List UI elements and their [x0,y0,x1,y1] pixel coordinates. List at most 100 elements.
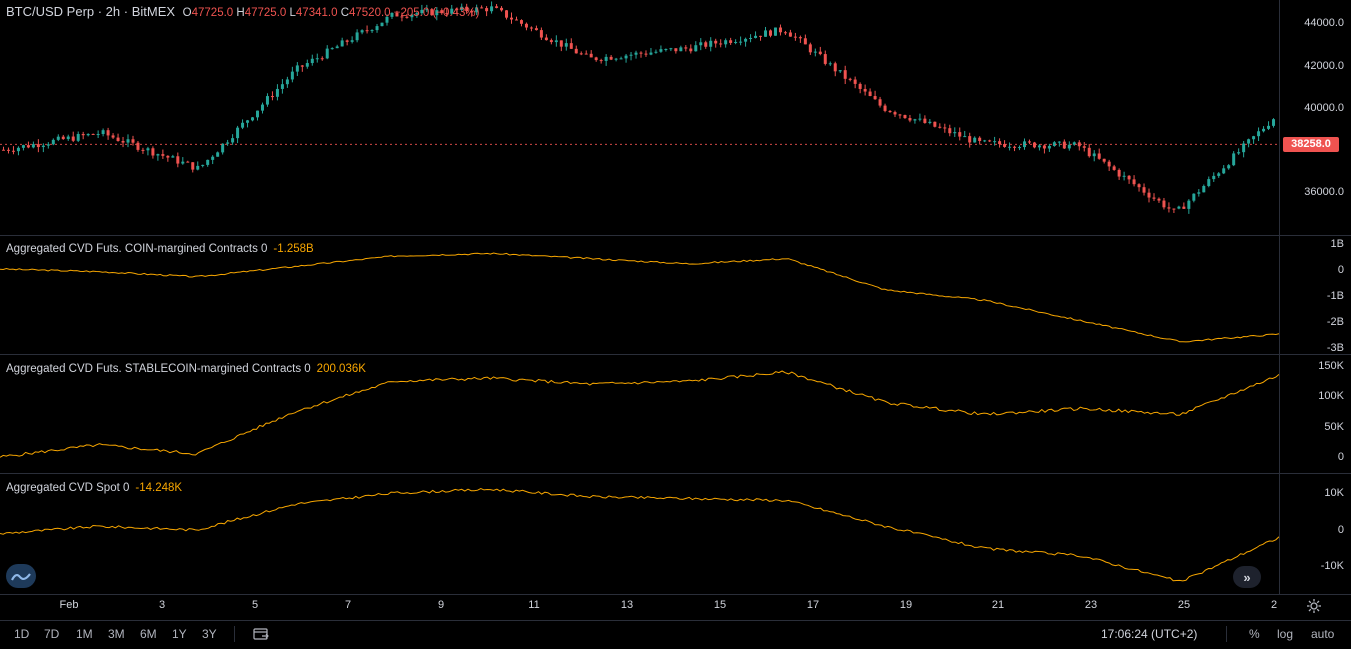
toolbar-separator [234,626,235,642]
auto-scale-button[interactable]: auto [1311,627,1334,641]
candle-body [948,128,952,134]
range-1d-button[interactable]: 1D [14,627,29,641]
candle-body [1272,119,1276,126]
candle-body [978,137,982,142]
candle-body [838,70,842,72]
symbol-title[interactable]: BTC/USD Perp · 2h · BitMEX [6,4,175,19]
candle-body [11,150,15,152]
axis-tick: 50K [1324,421,1344,433]
candle-body [91,133,95,135]
price-tick: 42000.0 [1304,60,1344,72]
candle-body [719,43,723,45]
candle-body [853,79,857,84]
price-axis[interactable]: 44000.0 42000.0 40000.0 36000.0 [1279,0,1351,235]
range-1m-button[interactable]: 1M [76,627,93,641]
candle-body [1047,145,1051,149]
candle-body [848,78,852,80]
candle-body [1018,147,1022,149]
candle-body [315,58,319,60]
candle-body [808,44,812,53]
time-tick: 23 [1084,599,1098,611]
candle-body [639,52,643,54]
time-tick: Feb [59,599,79,611]
candle-body [1122,175,1126,177]
axis-tick: 150K [1318,360,1344,372]
candle-body [285,79,289,85]
candle-body [933,121,937,127]
tradingview-logo-icon[interactable] [6,564,36,588]
candle-body [584,53,588,55]
cvd-spot-legend[interactable]: Aggregated CVD Spot 0 -14.248K [6,482,182,494]
cvd-spot-axis[interactable]: 10K 0 -10K [1279,474,1351,594]
candle-body [1267,125,1271,129]
cvd-coin-axis[interactable]: 1B 0 -1B -2B -3B [1279,236,1351,354]
candle-body [768,30,772,36]
candle-body [2,149,5,151]
scroll-to-realtime-button[interactable]: » [1233,566,1261,588]
candle-body [46,144,50,146]
percent-scale-button[interactable]: % [1249,627,1260,641]
candle-body [749,37,753,39]
candle-body [485,8,489,12]
candle-body [619,58,623,60]
candle-body [295,65,299,72]
last-price-label: 38258.0 [1283,137,1339,152]
candle-body [1187,200,1191,209]
candle-body [579,53,583,55]
candle-body [156,154,160,156]
candle-body [793,36,797,38]
range-7d-button[interactable]: 7D [44,627,59,641]
double-chevron-right-icon: » [1243,569,1251,585]
time-tick: 3 [158,599,166,611]
candle-body [380,22,384,27]
candle-body [1137,184,1141,188]
candle-body [694,45,698,52]
candle-body [330,48,334,50]
cvd-stable-legend[interactable]: Aggregated CVD Futs. STABLECOIN-margined… [6,363,366,375]
candle-body [231,138,235,143]
candle-body [1182,206,1186,209]
candle-body [1037,145,1041,148]
candle-body [674,48,678,52]
candle-body [893,112,897,115]
candle-body [325,48,329,59]
date-range-icon[interactable] [252,627,270,641]
candle-body [669,48,673,50]
candle-body [803,38,807,45]
candle-body [1067,144,1071,149]
candle-body [211,156,215,160]
candle-body [704,42,708,47]
candle-body [684,47,688,49]
candle-body [370,30,374,32]
axis-tick: -3B [1326,342,1344,354]
clock-timezone[interactable]: 17:06:24 (UTC+2) [1101,627,1197,641]
candle-body [161,154,165,156]
candle-body [514,19,518,21]
candle-body [201,164,205,166]
range-3m-button[interactable]: 3M [108,627,125,641]
candle-body [131,139,135,143]
candle-body [1087,147,1091,157]
cvd-coin-path [0,252,1279,343]
candle-body [191,162,195,170]
price-tick: 40000.0 [1304,102,1344,114]
candle-body [968,136,972,143]
range-1y-button[interactable]: 1Y [172,627,187,641]
candle-body [136,142,140,150]
candle-body [734,41,738,43]
candle-body [594,57,598,61]
candle-body [739,41,743,43]
candle-body [1242,143,1246,153]
range-3y-button[interactable]: 3Y [202,627,217,641]
price-pane[interactable] [0,0,1279,235]
cvd-stable-axis[interactable]: 150K 100K 50K 0 [1279,355,1351,473]
candle-body [729,40,733,43]
cvd-coin-legend[interactable]: Aggregated CVD Futs. COIN-margined Contr… [6,243,314,255]
settings-gear-icon[interactable] [1306,598,1322,614]
time-tick: 13 [620,599,634,611]
candle-body [1008,146,1012,148]
cvd-spot-pane[interactable] [0,474,1279,594]
range-6m-button[interactable]: 6M [140,627,157,641]
candle-body [290,71,294,80]
log-scale-button[interactable]: log [1277,627,1293,641]
